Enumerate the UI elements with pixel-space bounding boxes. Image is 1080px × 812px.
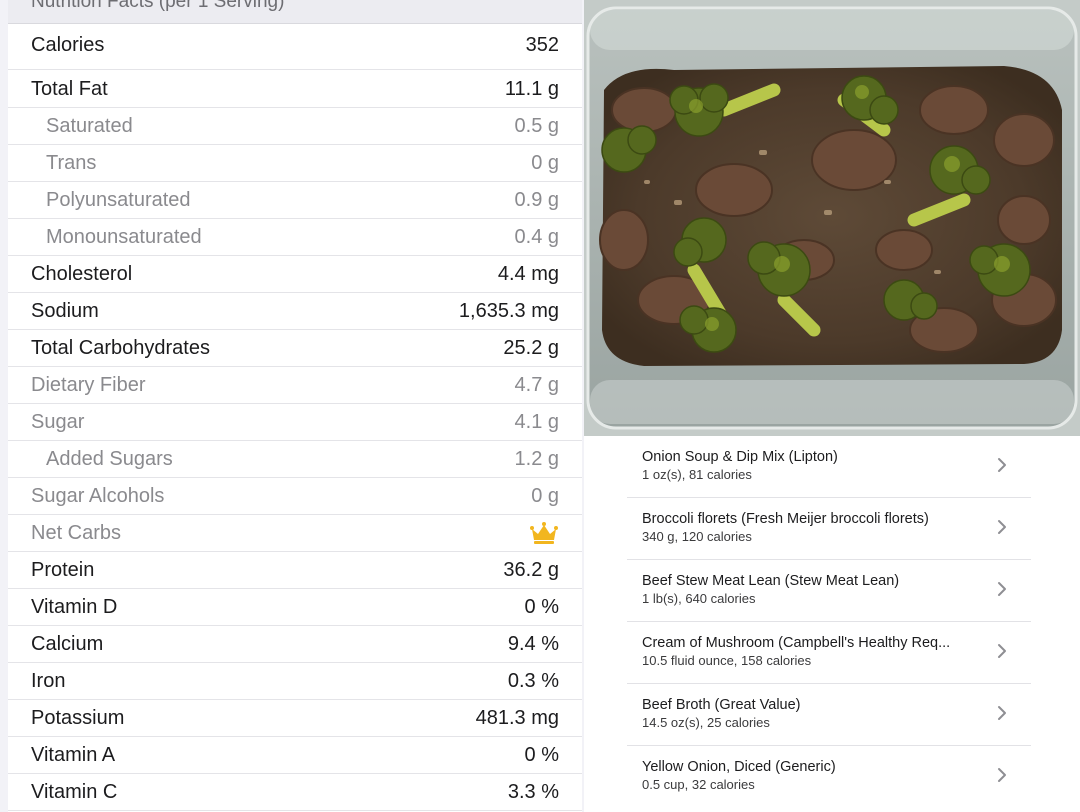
nutrition-panel: Nutrition Facts (per 1 Serving) Calories… (0, 0, 584, 812)
nutrient-name: Calories (31, 34, 105, 56)
ingredient-detail: 14.5 oz(s), 25 calories (642, 715, 770, 730)
nutrient-name: Iron (31, 670, 66, 692)
nutrient-name: Vitamin C (31, 781, 118, 803)
nutrition-row-protein: Protein 36.2 g (8, 552, 582, 589)
nutrition-row-net-carbs[interactable]: Net Carbs (8, 515, 582, 552)
nutrition-row-calcium: Calcium 9.4 % (8, 626, 582, 663)
nutrient-value: 4.4 mg (497, 263, 559, 285)
nutrition-row-total-fat: Total Fat 11.1 g (8, 71, 582, 108)
ingredient-name: Beef Stew Meat Lean (Stew Meat Lean) (642, 573, 900, 589)
nutrient-value: 3.3 % (507, 781, 559, 803)
ingredient-name: Onion Soup & Dip Mix (Lipton) (642, 449, 838, 465)
nutrient-value: 36.2 g (503, 559, 559, 581)
nutrient-value: 4.7 g (514, 374, 559, 396)
nutrient-value: 0 % (524, 596, 559, 618)
ingredient-row[interactable]: Broccoli florets (Fresh Meijer broccoli … (627, 498, 1031, 560)
nutrition-row-trans: Trans 0 g (8, 145, 582, 182)
nutrient-name: Total Carbohydrates (31, 337, 210, 359)
nutrient-value: 0 % (524, 744, 559, 766)
nutrition-row-sugar: Sugar 4.1 g (8, 404, 582, 441)
ingredient-name: Broccoli florets (Fresh Meijer broccoli … (642, 511, 929, 527)
chevron-right-icon[interactable] (997, 705, 1007, 721)
nutrient-value: 0.5 g (514, 115, 559, 137)
nutrient-value: 0.9 g (514, 189, 559, 211)
nutrition-row-dietary-fiber: Dietary Fiber 4.7 g (8, 367, 582, 404)
nutrition-row-iron: Iron 0.3 % (8, 663, 582, 700)
nutrient-name: Calcium (31, 633, 104, 655)
nutrition-row-sugar-alcohols: Sugar Alcohols 0 g (8, 478, 582, 515)
chevron-right-icon[interactable] (997, 519, 1007, 535)
ingredient-row[interactable]: Beef Stew Meat Lean (Stew Meat Lean) 1 l… (627, 560, 1031, 622)
nutrition-row-saturated: Saturated 0.5 g (8, 108, 582, 145)
nutrition-facts-title: Nutrition Facts (per 1 Serving) (31, 0, 285, 12)
nutrient-name: Sugar Alcohols (31, 485, 165, 507)
chevron-right-icon[interactable] (997, 581, 1007, 597)
nutrient-value: 0.3 % (507, 670, 559, 692)
nutrient-name: Vitamin D (31, 596, 118, 618)
nutrition-row-total-carbohydrates: Total Carbohydrates 25.2 g (8, 330, 582, 367)
nutrient-value: 9.4 % (507, 633, 559, 655)
nutrition-facts-list: Calories 352 Total Fat 11.1 g Saturated … (8, 24, 582, 812)
nutrition-row-added-sugars: Added Sugars 1.2 g (8, 441, 582, 478)
ingredient-name: Cream of Mushroom (Campbell's Healthy Re… (642, 635, 951, 651)
nutrition-row-sodium: Sodium 1,635.3 mg (8, 293, 582, 330)
chevron-right-icon[interactable] (997, 457, 1007, 473)
nutrient-name: Total Fat (31, 78, 108, 100)
nutrient-value: 1,635.3 mg (458, 300, 559, 322)
nutrient-value: 0 g (531, 485, 559, 507)
nutrient-value: 0.4 g (514, 226, 559, 248)
nutrient-name: Monounsaturated (46, 226, 202, 248)
nutrition-facts-header: Nutrition Facts (per 1 Serving) (8, 0, 582, 24)
nutrition-row-potassium: Potassium 481.3 mg (8, 700, 582, 737)
nutrient-value: 0 g (531, 152, 559, 174)
nutrient-name: Potassium (31, 707, 125, 729)
nutrient-name: Dietary Fiber (31, 374, 146, 396)
nutrition-row-cholesterol: Cholesterol 4.4 mg (8, 256, 582, 293)
ingredient-name: Yellow Onion, Diced (Generic) (642, 759, 836, 775)
ingredient-detail: 1 lb(s), 640 calories (642, 591, 756, 606)
nutrient-value: 4.1 g (514, 411, 559, 433)
ingredient-list: Onion Soup & Dip Mix (Lipton) 1 oz(s), 8… (584, 436, 1080, 812)
chevron-right-icon[interactable] (997, 643, 1007, 659)
nutrient-value: 1.2 g (514, 448, 559, 470)
nutrient-value: 352 (525, 34, 559, 56)
nutrition-row-polyunsaturated: Polyunsaturated 0.9 g (8, 182, 582, 219)
chevron-right-icon[interactable] (997, 767, 1007, 783)
ingredient-detail: 340 g, 120 calories (642, 529, 752, 544)
ingredient-row[interactable]: Beef Broth (Great Value) 14.5 oz(s), 25 … (627, 684, 1031, 746)
ingredient-row[interactable]: Yellow Onion, Diced (Generic) 0.5 cup, 3… (627, 746, 1031, 808)
nutrient-name: Net Carbs (31, 522, 122, 544)
recipe-photo (584, 0, 1080, 436)
nutrient-name: Sodium (31, 300, 99, 322)
ingredient-name: Beef Broth (Great Value) (642, 697, 801, 713)
nutrient-name: Added Sugars (46, 448, 173, 470)
nutrient-value: 481.3 mg (475, 707, 559, 729)
ingredient-row[interactable]: Onion Soup & Dip Mix (Lipton) 1 oz(s), 8… (627, 436, 1031, 498)
ingredient-detail: 1 oz(s), 81 calories (642, 467, 752, 482)
nutrient-name: Protein (31, 559, 95, 581)
nutrient-name: Saturated (46, 115, 133, 137)
nutrient-name: Trans (46, 152, 97, 174)
ingredient-detail: 10.5 fluid ounce, 158 calories (642, 653, 812, 668)
nutrient-name: Sugar (31, 411, 85, 433)
nutrient-value: 25.2 g (503, 337, 559, 359)
nutrient-value: 11.1 g (504, 78, 559, 100)
nutrition-row-vitamin-c: Vitamin C 3.3 % (8, 774, 582, 811)
crown-icon[interactable] (529, 521, 559, 545)
nutrient-name: Polyunsaturated (46, 189, 191, 211)
nutrition-row-vitamin-a: Vitamin A 0 % (8, 737, 582, 774)
nutrition-row-vitamin-d: Vitamin D 0 % (8, 589, 582, 626)
ingredient-detail: 0.5 cup, 32 calories (642, 777, 755, 792)
nutrition-row-calories: Calories 352 (8, 24, 582, 70)
ingredient-row[interactable]: Cream of Mushroom (Campbell's Healthy Re… (627, 622, 1031, 684)
nutrient-name: Vitamin A (31, 744, 116, 766)
nutrition-row-monounsaturated: Monounsaturated 0.4 g (8, 219, 582, 256)
nutrient-name: Cholesterol (31, 263, 133, 285)
